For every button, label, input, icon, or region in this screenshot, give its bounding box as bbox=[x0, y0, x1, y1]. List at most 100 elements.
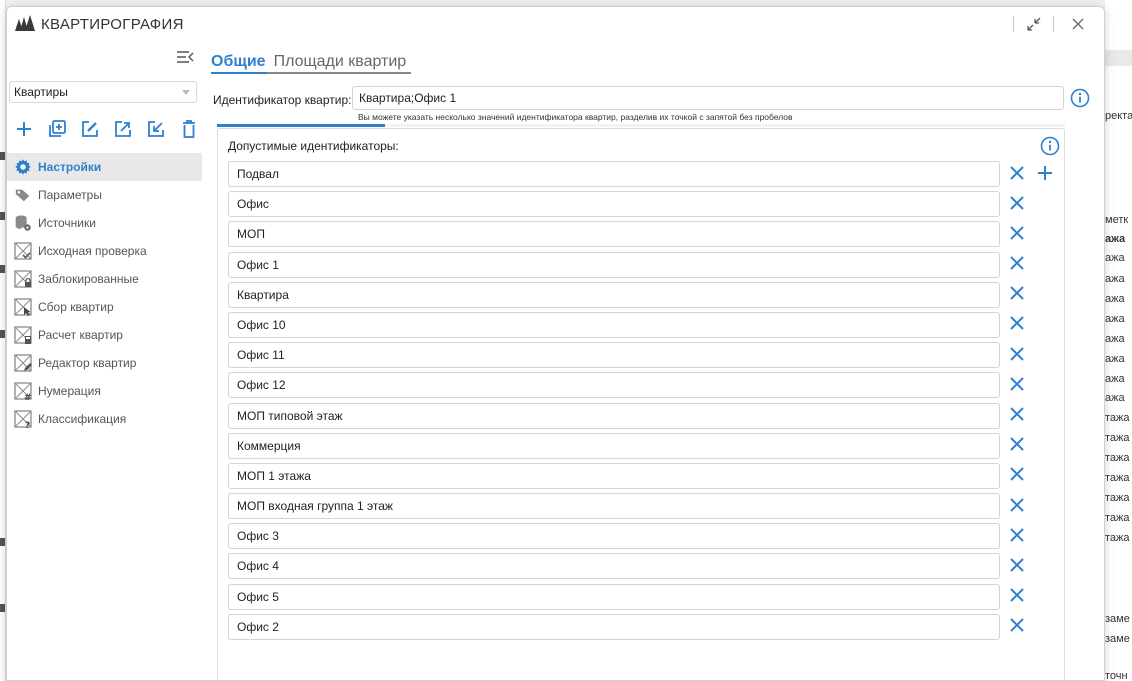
close-icon bbox=[1009, 497, 1025, 516]
allowed-id-input[interactable] bbox=[228, 221, 1000, 248]
close-icon bbox=[1009, 165, 1025, 184]
import-icon bbox=[148, 121, 164, 137]
restore-button[interactable] bbox=[1023, 13, 1045, 35]
allowed-id-input[interactable] bbox=[228, 493, 1000, 520]
allowed-ids-info-icon[interactable] bbox=[1040, 136, 1060, 156]
background-text: тажа bbox=[1105, 492, 1130, 504]
allowed-id-input[interactable] bbox=[228, 583, 1000, 610]
allowed-id-input[interactable] bbox=[228, 613, 1000, 640]
list-item bbox=[228, 251, 1058, 282]
close-icon bbox=[1009, 587, 1025, 606]
mode-select[interactable]: Квартиры bbox=[9, 81, 197, 103]
sidebar-item[interactable]: Расчет квартир bbox=[7, 321, 202, 349]
remove-id-button[interactable] bbox=[1006, 193, 1028, 215]
remove-id-button[interactable] bbox=[1006, 314, 1028, 336]
background-text: ажа bbox=[1105, 333, 1125, 345]
remove-id-button[interactable] bbox=[1006, 495, 1028, 517]
edit-icon bbox=[82, 121, 98, 137]
allowed-id-input[interactable] bbox=[228, 523, 1000, 550]
apartment-id-info-icon[interactable] bbox=[1070, 88, 1090, 108]
allowed-id-input[interactable] bbox=[228, 462, 1000, 489]
edit-button[interactable] bbox=[79, 118, 101, 140]
list-item bbox=[228, 462, 1058, 493]
background-text: ажа bbox=[1105, 392, 1125, 404]
allowed-id-input[interactable] bbox=[228, 432, 1000, 459]
sidebar-item[interactable]: Исходная проверка bbox=[7, 237, 202, 265]
allowed-id-input[interactable] bbox=[228, 342, 1000, 369]
allowed-id-input[interactable] bbox=[228, 311, 1000, 338]
apartment-id-hint: Вы можете указать несколько значений иде… bbox=[358, 112, 793, 122]
allowed-id-input[interactable] bbox=[228, 372, 1000, 399]
svg-text:?: ? bbox=[25, 421, 30, 429]
remove-id-button[interactable] bbox=[1006, 465, 1028, 487]
background-text: ажа bbox=[1105, 252, 1125, 264]
sidebar-item[interactable]: Источники bbox=[7, 209, 202, 237]
sidebar-item[interactable]: Сбор квартир bbox=[7, 293, 202, 321]
background-text: ажа bbox=[1105, 353, 1125, 365]
close-icon bbox=[1009, 466, 1025, 485]
close-icon bbox=[1009, 315, 1025, 334]
collapse-menu-icon bbox=[177, 51, 194, 63]
background-text: ажа bbox=[1105, 273, 1125, 285]
remove-id-button[interactable] bbox=[1006, 586, 1028, 608]
list-item bbox=[228, 553, 1058, 583]
allowed-id-input[interactable] bbox=[228, 251, 1000, 278]
list-item bbox=[228, 161, 1058, 191]
sidebar-item-label: Настройки bbox=[38, 160, 102, 174]
close-icon bbox=[1009, 285, 1025, 304]
apartment-id-label: Идентификатор квартир: bbox=[213, 93, 352, 107]
sidebar-item[interactable]: Параметры bbox=[7, 181, 202, 209]
remove-id-button[interactable] bbox=[1006, 284, 1028, 306]
allowed-id-input[interactable] bbox=[228, 161, 1000, 187]
remove-id-button[interactable] bbox=[1006, 405, 1028, 427]
sidebar-item[interactable]: ? Классификация bbox=[7, 405, 202, 433]
remove-id-button[interactable] bbox=[1006, 254, 1028, 276]
background-mark bbox=[0, 330, 5, 338]
allowed-id-input[interactable] bbox=[228, 402, 1000, 429]
list-item bbox=[228, 402, 1058, 433]
allowed-id-input[interactable] bbox=[228, 191, 1000, 218]
sidebar-item[interactable]: Настройки bbox=[7, 153, 202, 181]
import-button[interactable] bbox=[145, 118, 167, 140]
remove-id-button[interactable] bbox=[1006, 344, 1028, 366]
remove-id-button[interactable] bbox=[1006, 555, 1028, 577]
remove-id-button[interactable] bbox=[1006, 374, 1028, 396]
plan-hash-icon: # bbox=[12, 380, 34, 402]
apartment-id-input[interactable] bbox=[352, 86, 1064, 110]
plan-lock-icon bbox=[12, 268, 34, 290]
background-text: тажа bbox=[1105, 452, 1130, 464]
close-icon bbox=[1009, 557, 1025, 576]
close-icon bbox=[1072, 18, 1084, 30]
export-button[interactable] bbox=[112, 118, 134, 140]
add-button[interactable] bbox=[13, 118, 35, 140]
app-logo-icon bbox=[15, 15, 35, 31]
remove-id-button[interactable] bbox=[1006, 616, 1028, 638]
close-button[interactable] bbox=[1067, 13, 1089, 35]
close-icon bbox=[1009, 406, 1025, 425]
remove-id-button[interactable] bbox=[1006, 223, 1028, 245]
allowed-id-input[interactable] bbox=[228, 281, 1000, 308]
background-mark bbox=[0, 265, 5, 273]
remove-id-button[interactable] bbox=[1006, 163, 1028, 185]
remove-id-button[interactable] bbox=[1006, 525, 1028, 547]
chevron-down-icon bbox=[182, 90, 190, 95]
background-text: ажа bbox=[1105, 373, 1125, 385]
collapse-sidebar-button[interactable] bbox=[175, 49, 195, 65]
close-icon bbox=[1009, 195, 1025, 214]
close-icon bbox=[1009, 436, 1025, 455]
plan-cursor-icon bbox=[12, 296, 34, 318]
duplicate-button[interactable] bbox=[46, 118, 68, 140]
list-item bbox=[228, 191, 1058, 221]
close-icon bbox=[1009, 376, 1025, 395]
sidebar-item[interactable]: Заблокированные bbox=[7, 265, 202, 293]
remove-id-button[interactable] bbox=[1006, 435, 1028, 457]
delete-button[interactable] bbox=[178, 118, 200, 140]
add-id-button[interactable] bbox=[1034, 163, 1056, 185]
list-item bbox=[228, 493, 1058, 523]
allowed-id-input[interactable] bbox=[228, 553, 1000, 580]
sidebar-item-label: Сбор квартир bbox=[38, 300, 114, 314]
list-item bbox=[228, 311, 1058, 342]
sidebar-item[interactable]: Редактор квартир bbox=[7, 349, 202, 377]
close-icon bbox=[1009, 527, 1025, 546]
sidebar-item[interactable]: # Нумерация bbox=[7, 377, 202, 405]
